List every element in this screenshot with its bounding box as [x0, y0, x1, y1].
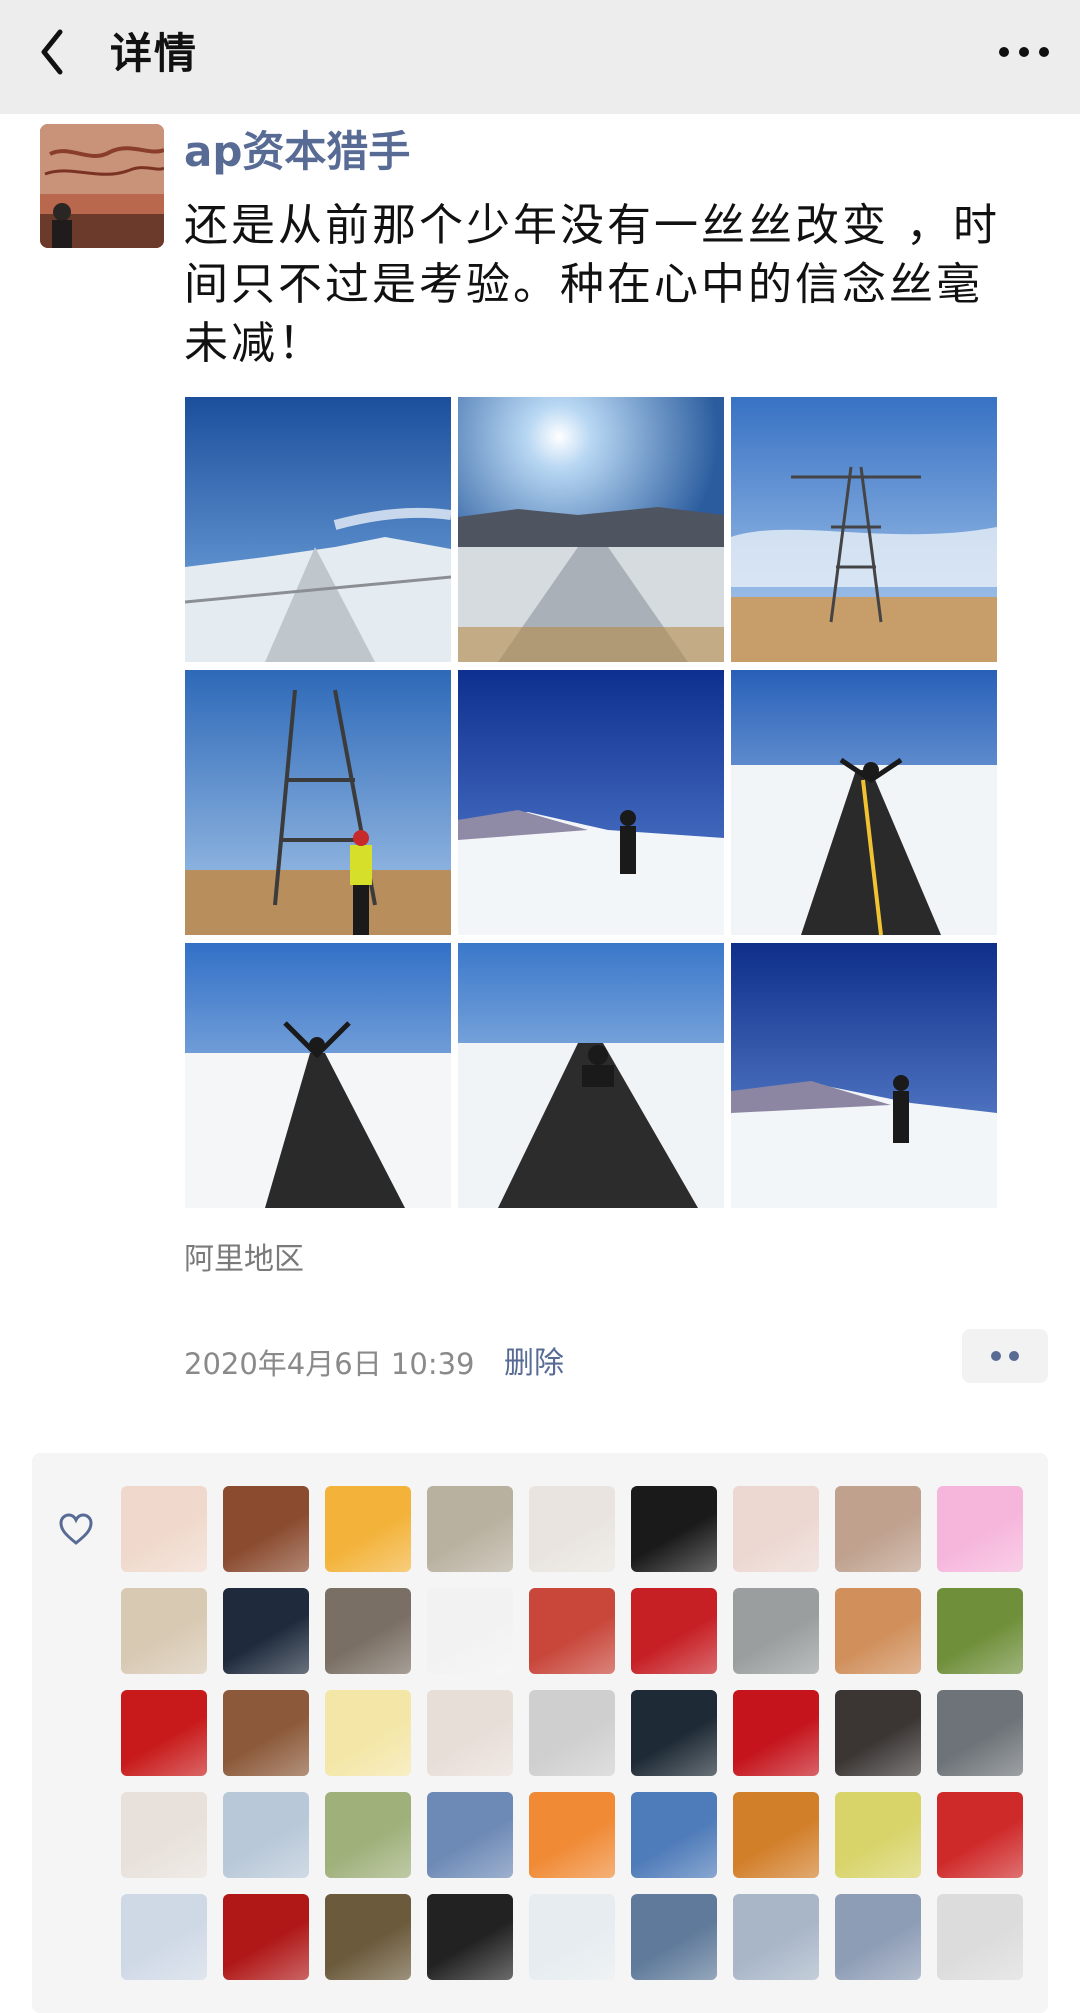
liker-avatar[interactable] [529, 1588, 615, 1674]
chevron-left-icon [41, 29, 63, 75]
liker-avatar[interactable] [733, 1486, 819, 1572]
back-button[interactable] [26, 22, 86, 82]
liker-avatar[interactable] [937, 1588, 1023, 1674]
liker-avatar[interactable] [223, 1792, 309, 1878]
location-label[interactable]: 阿里地区 [184, 1237, 304, 1283]
liker-avatar[interactable] [835, 1588, 921, 1674]
liker-avatar[interactable] [427, 1588, 513, 1674]
comment-like-action-button[interactable] [962, 1329, 1048, 1383]
more-options-button[interactable] [960, 22, 1060, 82]
liker-avatar[interactable] [631, 1792, 717, 1878]
liker-avatar[interactable] [835, 1690, 921, 1776]
post-text: 还是从前那个少年没有一丝丝改变 ，时间只不过是考验。种在心中的信念丝毫未减！ [184, 200, 1000, 369]
liker-avatar[interactable] [733, 1690, 819, 1776]
photo-2[interactable] [458, 397, 724, 662]
liker-avatar[interactable] [733, 1792, 819, 1878]
photo-9[interactable] [731, 943, 997, 1208]
liker-avatar[interactable] [835, 1894, 921, 1980]
more-dots-icon [999, 47, 1049, 57]
liker-avatar[interactable] [937, 1792, 1023, 1878]
photo-6[interactable] [731, 670, 997, 935]
page-title: 详情 [110, 29, 199, 78]
liker-avatar[interactable] [223, 1894, 309, 1980]
liker-avatar[interactable] [631, 1894, 717, 1980]
liker-avatar[interactable] [121, 1486, 207, 1572]
liker-avatar[interactable] [325, 1588, 411, 1674]
liker-avatar[interactable] [835, 1792, 921, 1878]
author-avatar[interactable] [40, 124, 164, 248]
post-time: 2020年4月6日 10:39 [184, 1347, 475, 1381]
liker-avatar[interactable] [427, 1792, 513, 1878]
liker-avatar[interactable] [631, 1486, 717, 1572]
photo-3[interactable] [731, 397, 997, 662]
photo-1[interactable] [185, 397, 451, 662]
liker-avatar[interactable] [937, 1690, 1023, 1776]
heart-outline-icon [59, 1513, 93, 1545]
liker-avatar[interactable] [427, 1690, 513, 1776]
delete-button[interactable]: 删除 [504, 1341, 564, 1387]
liker-avatar[interactable] [631, 1690, 717, 1776]
liker-avatar[interactable] [223, 1486, 309, 1572]
liker-avatar[interactable] [529, 1894, 615, 1980]
liker-avatar[interactable] [835, 1486, 921, 1572]
author-name[interactable]: ap资本猎手 [184, 122, 410, 182]
liker-avatar[interactable] [529, 1792, 615, 1878]
liker-avatar[interactable] [121, 1792, 207, 1878]
liker-avatar[interactable] [529, 1486, 615, 1572]
photo-8[interactable] [458, 943, 724, 1208]
avatar-image [40, 124, 164, 248]
top-bar: 详情 [0, 0, 1080, 114]
liker-avatar[interactable] [427, 1894, 513, 1980]
liker-avatar[interactable] [121, 1588, 207, 1674]
liker-avatar[interactable] [529, 1690, 615, 1776]
liker-avatar[interactable] [223, 1588, 309, 1674]
liker-avatar[interactable] [223, 1690, 309, 1776]
liker-avatar[interactable] [325, 1690, 411, 1776]
photo-4[interactable] [185, 670, 451, 935]
photo-7[interactable] [185, 943, 451, 1208]
liker-avatar[interactable] [733, 1588, 819, 1674]
liker-avatar[interactable] [937, 1486, 1023, 1572]
liker-avatar[interactable] [427, 1486, 513, 1572]
liker-avatar[interactable] [325, 1486, 411, 1572]
liker-avatar[interactable] [325, 1894, 411, 1980]
liker-avatar[interactable] [937, 1894, 1023, 1980]
two-dots-icon [991, 1351, 1019, 1361]
liker-avatar[interactable] [121, 1690, 207, 1776]
liker-avatar[interactable] [733, 1894, 819, 1980]
liker-avatar[interactable] [121, 1894, 207, 1980]
photo-5[interactable] [458, 670, 724, 935]
liker-avatar[interactable] [631, 1588, 717, 1674]
liker-avatar[interactable] [325, 1792, 411, 1878]
